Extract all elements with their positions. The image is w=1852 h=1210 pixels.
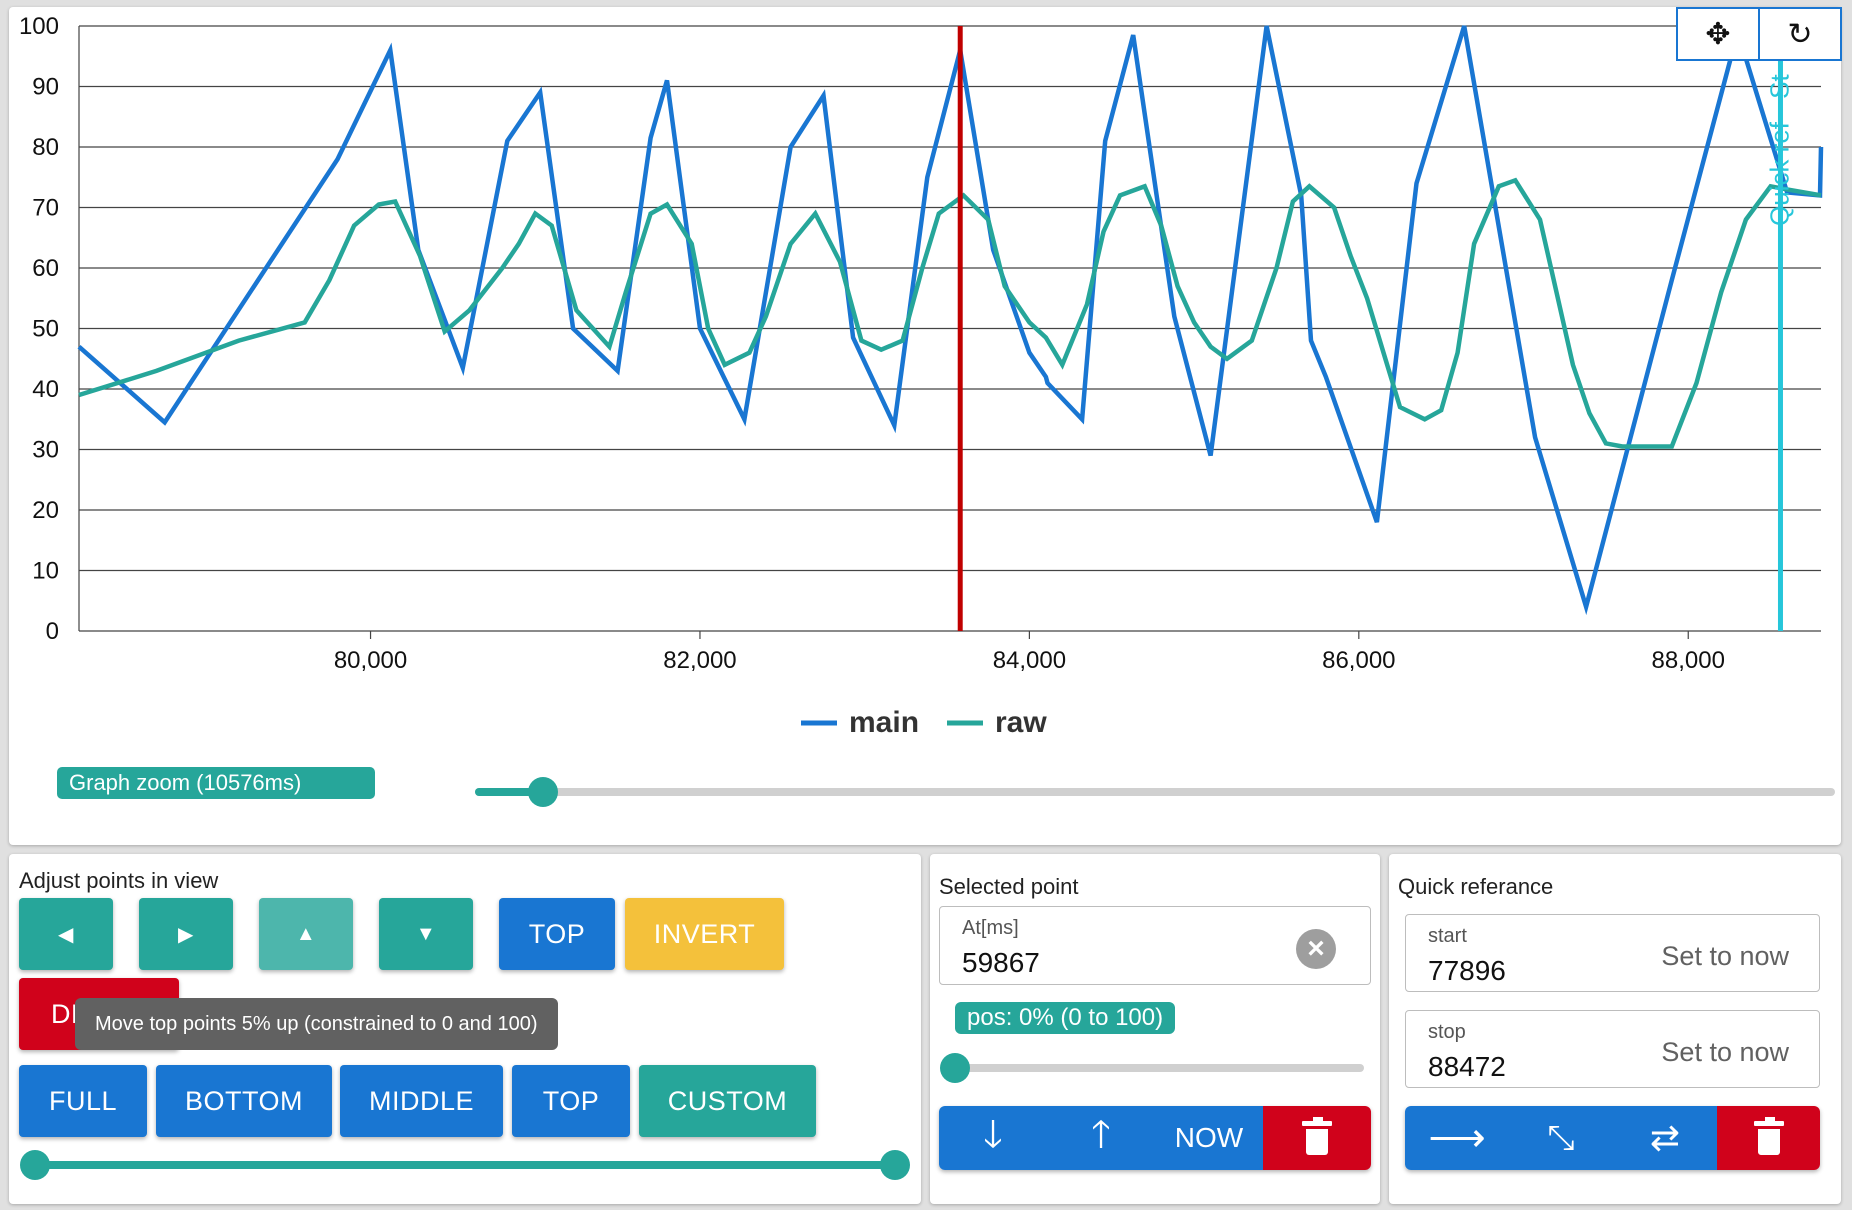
x-tick-label: 82,000 (663, 647, 736, 674)
arrow-down-icon: ▼ (415, 922, 437, 945)
refresh-icon: ↻ (1787, 17, 1813, 51)
selected-point-panel: Selected point At[ms] 59867 × pos: 0% (0… (930, 854, 1380, 1204)
arrow-down-icon: 🡓 (983, 1113, 1003, 1156)
series-line-raw (78, 177, 1822, 449)
now-button[interactable]: NOW (1155, 1106, 1263, 1170)
start-set-now-button[interactable]: Set to now (1661, 941, 1789, 972)
point-range-slider[interactable] (20, 1150, 910, 1180)
y-tick-label: 70 (32, 195, 59, 222)
y-tick-label: 90 (32, 74, 59, 101)
range-top-button[interactable]: TOP (512, 1065, 630, 1137)
at-ms-field[interactable]: At[ms] 59867 × (939, 906, 1371, 985)
x-tick-label: 88,000 (1652, 647, 1725, 674)
y-tick-label: 40 (32, 376, 59, 403)
x-tick-label: 84,000 (993, 647, 1066, 674)
quick-reference-title: Quick referance (1398, 874, 1554, 899)
top-button[interactable]: TOP (499, 898, 615, 970)
x-tick-label: 86,000 (1322, 647, 1395, 674)
position-slider[interactable] (940, 1053, 1364, 1083)
trash-icon (1753, 1117, 1784, 1155)
collapse-icon: ⤡ (1547, 1118, 1575, 1157)
position-label: pos: 0% (0 to 100) (955, 1002, 1176, 1034)
clear-icon[interactable]: × (1296, 929, 1336, 969)
stop-field[interactable]: stop 88472 Set to now (1405, 1010, 1820, 1088)
arrow-up-icon: ▲ (295, 922, 317, 945)
stop-label: stop (1428, 1021, 1466, 1043)
line-chart[interactable]: 0 10 20 30 40 50 60 70 80 90 100 80,000 82,000 84,000… (9, 7, 1841, 845)
move-right-button[interactable]: ▶ (139, 898, 233, 970)
arrow-left-icon: ◀ (58, 923, 74, 946)
pan-button[interactable]: ✥ (1678, 9, 1758, 59)
go-to-reference-button[interactable]: ⟶ (1405, 1106, 1509, 1170)
y-tick-label: 20 (32, 497, 59, 524)
move-arrows-icon: ✥ (1705, 17, 1731, 51)
at-ms-value: 59867 (962, 947, 1040, 978)
arrow-up-icon: 🡑 (1091, 1113, 1111, 1156)
zoom-to-reference-button[interactable]: ⤡ (1509, 1106, 1613, 1170)
y-tick-label: 100 (19, 13, 59, 40)
loop-reference-button[interactable]: ⇄ (1613, 1106, 1717, 1170)
quick-reference-actions: ⟶ ⤡ ⇄ (1405, 1106, 1820, 1170)
range-bottom-button[interactable]: BOTTOM (156, 1065, 332, 1137)
stop-value: 88472 (1428, 1051, 1506, 1082)
graph-zoom-label: Graph zoom (10576ms) (57, 767, 375, 799)
graph-zoom-slider[interactable] (475, 777, 1835, 807)
y-tick-label: 60 (32, 255, 59, 282)
y-tick-label: 30 (32, 437, 59, 464)
point-range-fill (35, 1161, 895, 1169)
y-tick-label: 80 (32, 134, 59, 161)
repeat-icon: ⇄ (1649, 1117, 1681, 1158)
arrow-right-icon: ▶ (178, 923, 194, 946)
graph-zoom-thumb[interactable] (528, 777, 558, 807)
adjust-points-title: Adjust points in view (19, 868, 219, 893)
y-tick-label: 10 (32, 558, 59, 585)
y-tick-label: 50 (32, 316, 59, 343)
start-label: start (1428, 925, 1467, 947)
marker-label: Quick ref - St (1764, 74, 1794, 226)
start-value: 77896 (1428, 955, 1506, 986)
quick-reference-panel: Quick referance start 77896 Set to now s… (1389, 854, 1841, 1204)
range-full-button[interactable]: FULL (19, 1065, 147, 1137)
move-down-point-button[interactable]: 🡓 (939, 1106, 1047, 1170)
delete-point-button[interactable] (1263, 1106, 1371, 1170)
invert-button[interactable]: INVERT (625, 898, 784, 970)
move-up-button[interactable]: ▲ (259, 898, 353, 970)
arrow-right-icon: ⟶ (1428, 1116, 1486, 1160)
selected-point-actions: 🡓 🡑 NOW (939, 1106, 1371, 1170)
adjust-points-panel: Adjust points in view ◀ ▶ ▲ ▼ TOP INVERT… (9, 854, 921, 1204)
legend-label-raw: raw (995, 706, 1047, 739)
range-low-thumb[interactable] (20, 1150, 50, 1180)
stop-set-now-button[interactable]: Set to now (1661, 1037, 1789, 1068)
chart-panel: 0 10 20 30 40 50 60 70 80 90 100 80,000 82,000 84,000… (9, 7, 1842, 845)
reset-zoom-button[interactable]: ↻ (1758, 9, 1840, 59)
at-ms-label: At[ms] (962, 917, 1019, 939)
start-field[interactable]: start 77896 Set to now (1405, 914, 1820, 992)
tooltip: Move top points 5% up (constrained to 0 … (75, 998, 558, 1050)
position-thumb[interactable] (940, 1053, 970, 1083)
trash-icon (1302, 1117, 1332, 1155)
move-up-point-button[interactable]: 🡑 (1047, 1106, 1155, 1170)
range-high-thumb[interactable] (880, 1150, 910, 1180)
range-middle-button[interactable]: MIDDLE (340, 1065, 503, 1137)
move-down-button[interactable]: ▼ (379, 898, 473, 970)
delete-reference-button[interactable] (1717, 1106, 1820, 1170)
y-tick-label: 0 (46, 618, 59, 645)
legend-label-main: main (849, 706, 919, 739)
range-custom-button[interactable]: CUSTOM (639, 1065, 816, 1137)
move-left-button[interactable]: ◀ (19, 898, 113, 970)
x-tick-label: 80,000 (334, 647, 407, 674)
selected-point-title: Selected point (939, 874, 1079, 899)
chart-toolbox: ✥ ↻ (1676, 7, 1842, 61)
